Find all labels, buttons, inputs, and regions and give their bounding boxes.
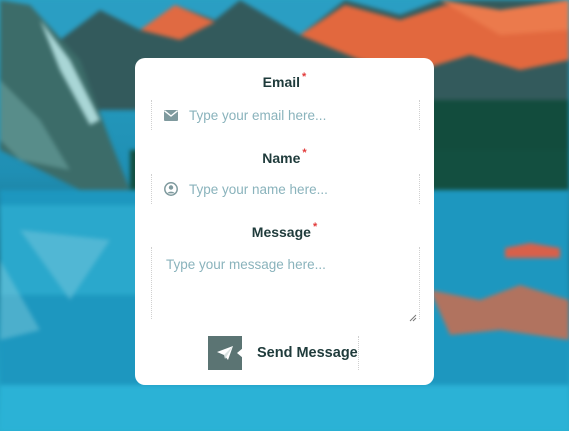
required-mark: * bbox=[312, 221, 318, 233]
message-textarea[interactable]: Type your message here... bbox=[151, 247, 420, 322]
send-message-button[interactable]: Send Message bbox=[208, 336, 359, 370]
paper-plane-icon bbox=[208, 336, 243, 370]
message-placeholder: Type your message here... bbox=[166, 257, 326, 272]
name-field[interactable]: Type your name here... bbox=[151, 174, 420, 204]
envelope-icon bbox=[163, 107, 179, 123]
message-label: Message * bbox=[251, 221, 318, 240]
user-circle-icon bbox=[163, 181, 179, 197]
email-label: Email * bbox=[262, 71, 307, 90]
required-mark: * bbox=[302, 147, 307, 159]
required-mark: * bbox=[302, 71, 307, 83]
contact-form-card: Email * Type your email here... Name * Typ… bbox=[135, 58, 434, 385]
email-field[interactable]: Type your email here... bbox=[151, 100, 420, 130]
resize-grip-icon[interactable] bbox=[409, 309, 417, 322]
email-placeholder: Type your email here... bbox=[189, 107, 327, 123]
name-label: Name * bbox=[262, 147, 307, 166]
name-placeholder: Type your name here... bbox=[189, 181, 328, 197]
send-message-label: Send Message bbox=[257, 345, 358, 361]
